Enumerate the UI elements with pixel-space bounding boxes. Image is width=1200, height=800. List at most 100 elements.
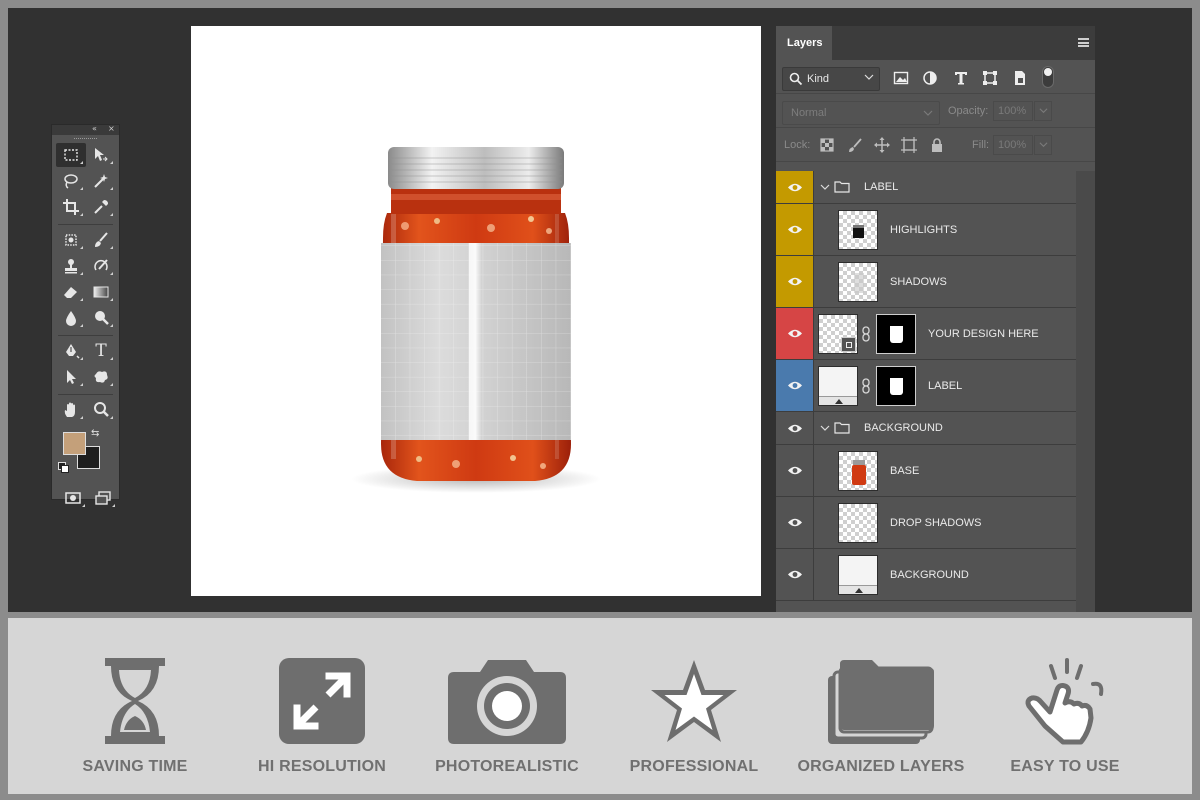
eye-icon[interactable] — [776, 445, 814, 496]
layer-row[interactable]: DROP SHADOWS — [776, 497, 1076, 549]
close-icon[interactable]: × — [108, 124, 115, 133]
pen-icon[interactable] — [56, 339, 86, 363]
eye-icon[interactable] — [776, 497, 814, 548]
lasso-icon[interactable] — [56, 169, 86, 193]
layer-mask-thumbnail[interactable] — [876, 366, 916, 406]
feature-label: PHOTOREALISTIC — [435, 758, 579, 775]
quick-mask-icon[interactable] — [58, 486, 88, 510]
dodge-icon[interactable] — [86, 306, 116, 330]
type-filter-icon[interactable] — [952, 69, 970, 87]
document-canvas[interactable] — [191, 26, 761, 596]
filter-toggle[interactable] — [1042, 66, 1054, 88]
fill-field[interactable]: 100% — [993, 135, 1033, 155]
layer-thumbnail[interactable] — [838, 210, 878, 250]
layer-thumbnail[interactable] — [818, 314, 858, 354]
eye-icon[interactable] — [776, 171, 814, 203]
layer-row[interactable]: LABEL — [776, 360, 1076, 412]
swap-colors-icon[interactable]: ⇆ — [91, 428, 99, 439]
eye-icon[interactable] — [776, 412, 814, 444]
eye-icon[interactable] — [776, 549, 814, 600]
hand-icon[interactable] — [56, 398, 86, 422]
path-select-icon[interactable] — [56, 365, 86, 389]
blur-icon[interactable] — [56, 306, 86, 330]
layer-thumbnail[interactable] — [838, 503, 878, 543]
layer-row[interactable]: BACKGROUND — [776, 549, 1076, 601]
lock-artboard-icon[interactable] — [901, 137, 917, 153]
feature-easy-to-use: EASY TO USE — [970, 618, 1160, 794]
lock-transparent-icon[interactable] — [819, 137, 835, 153]
eraser-icon[interactable] — [56, 280, 86, 304]
layers-scrollbar[interactable] — [1076, 171, 1095, 612]
shape-icon[interactable] — [86, 365, 116, 389]
smart-object-filter-icon[interactable] — [1011, 69, 1029, 87]
pixel-filter-icon[interactable] — [892, 69, 910, 87]
history-brush-icon[interactable] — [86, 254, 116, 278]
gradient-icon[interactable] — [86, 280, 116, 304]
tools-panel-titlebar[interactable]: « × — [52, 124, 119, 135]
eyedropper-icon[interactable] — [86, 195, 116, 219]
healing-icon[interactable] — [56, 228, 86, 252]
layer-thumbnail[interactable] — [838, 262, 878, 302]
expand-icon — [279, 658, 365, 744]
blend-mode-select[interactable]: Normal — [782, 101, 940, 125]
move-icon[interactable] — [86, 143, 116, 167]
layer-name: BACKGROUND — [890, 568, 969, 581]
adjustment-filter-icon[interactable] — [921, 69, 939, 87]
zoom-icon[interactable] — [86, 398, 116, 422]
link-icon[interactable] — [862, 378, 870, 394]
marquee-icon[interactable] — [56, 143, 86, 167]
magic-wand-icon[interactable] — [86, 169, 116, 193]
layer-name: BACKGROUND — [864, 422, 943, 434]
layer-name: SHADOWS — [890, 275, 947, 288]
lock-pixels-icon[interactable] — [847, 137, 863, 153]
hourglass-icon — [105, 658, 165, 744]
brush-icon[interactable] — [86, 228, 116, 252]
panel-menu-icon[interactable] — [1078, 38, 1089, 47]
layer-thumbnail[interactable] — [818, 366, 858, 406]
layer-group-row[interactable]: LABEL — [776, 171, 1076, 204]
layer-row[interactable]: HIGHLIGHTS — [776, 204, 1076, 256]
default-colors-icon[interactable] — [58, 462, 69, 473]
jar-mockup-image — [351, 147, 601, 493]
collapse-icon[interactable]: « — [92, 124, 97, 133]
layer-list: LABEL HIGHLIGHTS SHADOWS YOUR DESIGN HERE LA… — [776, 171, 1076, 601]
layer-group-row[interactable]: BACKGROUND — [776, 412, 1076, 445]
eye-icon[interactable] — [776, 256, 814, 307]
layer-name: YOUR DESIGN HERE — [928, 327, 1039, 340]
layer-mask-thumbnail[interactable] — [876, 314, 916, 354]
chevron-down-icon[interactable] — [820, 182, 830, 192]
lock-all-icon[interactable] — [929, 137, 945, 153]
eye-icon[interactable] — [776, 204, 814, 255]
layer-thumbnail[interactable] — [838, 555, 878, 595]
feature-professional: PROFESSIONAL — [599, 618, 789, 794]
layer-name: BASE — [890, 464, 920, 477]
crop-icon[interactable] — [56, 195, 86, 219]
fill-dropdown[interactable] — [1034, 135, 1052, 155]
chevron-down-icon[interactable] — [820, 423, 830, 433]
screen-mode-icon[interactable] — [88, 486, 118, 510]
stamp-icon[interactable] — [56, 254, 86, 278]
star-icon — [651, 660, 737, 742]
lock-position-icon[interactable] — [874, 137, 890, 153]
feature-organized-layers: ORGANIZED LAYERS — [786, 618, 976, 794]
foreground-color-swatch[interactable] — [63, 432, 86, 455]
folder-icon — [834, 422, 850, 434]
panel-grip[interactable] — [52, 135, 119, 143]
eye-icon[interactable] — [776, 308, 814, 359]
folders-icon — [828, 660, 934, 744]
layer-row[interactable]: SHADOWS — [776, 256, 1076, 308]
feature-label: EASY TO USE — [1010, 758, 1120, 775]
filter-kind-select[interactable]: Kind — [782, 67, 880, 91]
layer-row[interactable]: YOUR DESIGN HERE — [776, 308, 1076, 360]
eye-icon[interactable] — [776, 360, 814, 411]
tab-layers[interactable]: Layers — [776, 26, 832, 60]
feature-label: SAVING TIME — [82, 758, 188, 775]
layer-row[interactable]: BASE — [776, 445, 1076, 497]
shape-filter-icon[interactable] — [981, 69, 999, 87]
layer-thumbnail[interactable] — [838, 451, 878, 491]
type-icon[interactable]: T — [86, 339, 116, 363]
opacity-field[interactable]: 100% — [993, 101, 1033, 121]
link-icon[interactable] — [862, 326, 870, 342]
opacity-dropdown[interactable] — [1034, 101, 1052, 121]
layers-panel: Layers Kind Normal Opacity: 100% Lock: F… — [776, 26, 1095, 612]
